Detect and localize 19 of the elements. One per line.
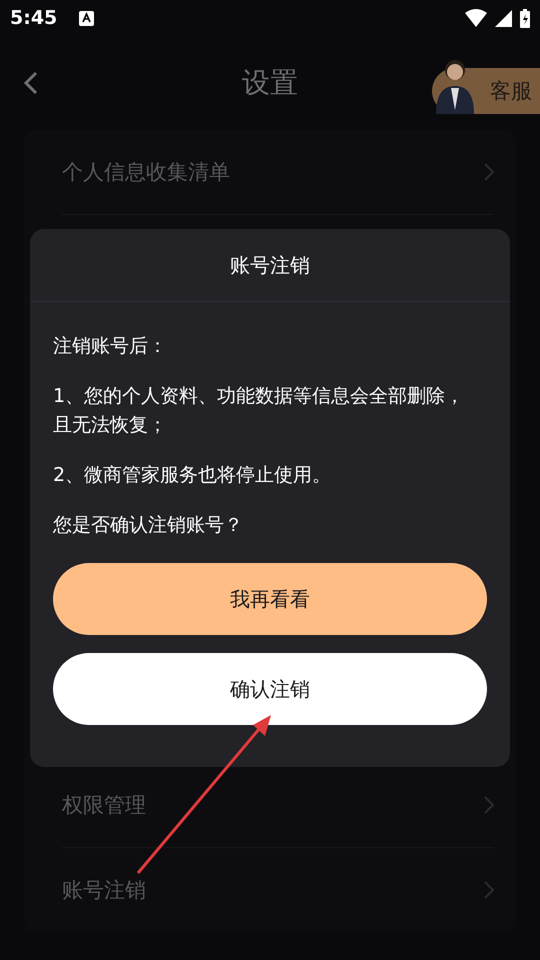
dialog-text: 1、您的个人资料、功能数据等信息会全部删除，且无法恢复； xyxy=(53,384,466,438)
dialog-text: 2、微商管家服务也将停止使用。 xyxy=(53,463,332,488)
chevron-right-icon xyxy=(484,881,494,899)
cancel-button[interactable]: 我再看看 xyxy=(53,563,487,635)
dialog-text: 注销账号后： xyxy=(53,334,168,359)
signal-icon xyxy=(495,10,512,26)
chevron-right-icon xyxy=(484,163,494,181)
battery-icon xyxy=(520,8,530,28)
dialog-title: 账号注销 xyxy=(230,252,310,278)
page-title: 设置 xyxy=(242,65,298,101)
confirm-button[interactable]: 确认注销 xyxy=(53,653,487,725)
wifi-icon xyxy=(465,9,487,27)
settings-item[interactable]: 账号注销 xyxy=(62,848,494,932)
status-time: 5:45 xyxy=(10,7,58,29)
back-icon[interactable] xyxy=(24,72,38,94)
keyboard-notification-icon xyxy=(79,10,94,26)
chevron-right-icon xyxy=(484,796,494,814)
dialog-text: 您是否确认注销账号？ xyxy=(53,513,244,538)
settings-item[interactable]: 个人信息收集清单 xyxy=(62,130,494,215)
